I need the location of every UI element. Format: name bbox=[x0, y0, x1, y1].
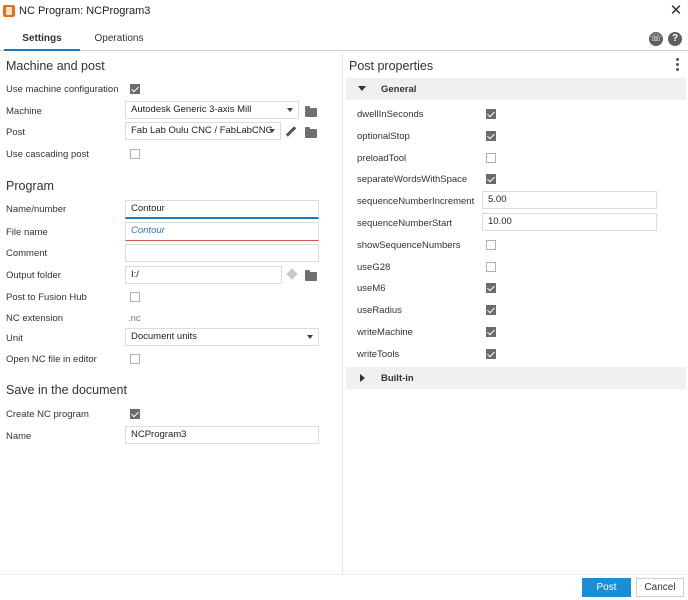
nc-extension-value: .nc bbox=[128, 313, 141, 324]
use-cascading-post-checkbox[interactable] bbox=[130, 149, 140, 159]
post-folder-icon[interactable] bbox=[305, 127, 317, 138]
help-icon[interactable]: ? bbox=[668, 32, 682, 46]
tab-bar: Settings Operations ☏ ? bbox=[0, 27, 688, 51]
chevron-down-icon bbox=[287, 108, 293, 112]
name-input[interactable]: NCProgram3 bbox=[125, 426, 319, 444]
title-bar: NC Program: NCProgram3 ✕ bbox=[0, 0, 688, 22]
prop-checkbox-show-sequence-numbers[interactable] bbox=[486, 240, 496, 250]
output-folder-label: Output folder bbox=[6, 270, 61, 281]
window-title: NC Program: NCProgram3 bbox=[19, 5, 151, 17]
prop-checkbox-use-g28[interactable] bbox=[486, 262, 496, 272]
prop-label-use-radius: useRadius bbox=[357, 305, 402, 316]
prop-checkbox-separate-words-with-space[interactable] bbox=[486, 174, 496, 184]
tab-settings[interactable]: Settings bbox=[4, 27, 80, 51]
post-to-fusion-hub-label: Post to Fusion Hub bbox=[6, 292, 87, 303]
tab-operations[interactable]: Operations bbox=[84, 27, 154, 51]
fusion-app-icon bbox=[3, 5, 15, 17]
program-heading: Program bbox=[6, 179, 54, 193]
unit-select[interactable]: Document units bbox=[125, 328, 319, 346]
machine-select[interactable]: Autodesk Generic 3-axis Mill bbox=[125, 101, 299, 119]
builtin-group-label: Built-in bbox=[381, 373, 414, 384]
create-nc-program-label: Create NC program bbox=[6, 409, 89, 420]
output-folder-input[interactable]: I:/ bbox=[125, 266, 282, 284]
prop-checkbox-write-machine[interactable] bbox=[486, 327, 496, 337]
prop-label-use-g28: useG28 bbox=[357, 262, 391, 273]
prop-label-use-m6: useM6 bbox=[357, 283, 386, 294]
post-label: Post bbox=[6, 127, 26, 138]
prop-label-sequence-number-start: sequenceNumberStart bbox=[357, 218, 453, 229]
general-group-label: General bbox=[381, 84, 417, 95]
prop-checkbox-write-tools[interactable] bbox=[486, 349, 496, 359]
name-number-input[interactable]: Contour bbox=[125, 200, 319, 219]
post-select[interactable]: Fab Lab Oulu CNC / FabLabCNC bbox=[125, 122, 281, 140]
prop-label-sequence-number-increment: sequenceNumberIncrement bbox=[357, 196, 475, 207]
prop-checkbox-use-m6[interactable] bbox=[486, 283, 496, 293]
prop-label-optional-stop: optionalStop bbox=[357, 131, 410, 142]
use-cascading-post-label: Use cascading post bbox=[6, 149, 89, 160]
support-icon[interactable]: ☏ bbox=[649, 32, 663, 46]
machine-label: Machine bbox=[6, 106, 42, 117]
prop-input-sequence-number-increment[interactable]: 5.00 bbox=[482, 191, 657, 209]
post-button[interactable]: Post bbox=[582, 578, 631, 597]
builtin-group-header[interactable]: Built-in bbox=[346, 367, 686, 389]
machine-and-post-heading: Machine and post bbox=[6, 59, 105, 73]
file-name-label: File name bbox=[6, 227, 48, 238]
close-button[interactable]: ✕ bbox=[668, 3, 684, 19]
prop-checkbox-optional-stop[interactable] bbox=[486, 131, 496, 141]
general-group-header[interactable]: General bbox=[346, 78, 686, 100]
chevron-down-icon bbox=[307, 335, 313, 339]
prop-label-write-machine: writeMachine bbox=[357, 327, 413, 338]
post-properties-heading: Post properties bbox=[349, 59, 434, 73]
output-folder-browse-icon[interactable] bbox=[305, 270, 317, 281]
prop-label-show-sequence-numbers: showSequenceNumbers bbox=[357, 240, 461, 251]
nc-extension-label: NC extension bbox=[6, 313, 64, 324]
post-select-value: Fab Lab Oulu CNC / FabLabCNC bbox=[131, 125, 273, 136]
header-icons: ☏ ? bbox=[649, 32, 682, 46]
footer-divider bbox=[0, 574, 688, 575]
prop-checkbox-use-radius[interactable] bbox=[486, 305, 496, 315]
post-to-fusion-hub-checkbox[interactable] bbox=[130, 292, 140, 302]
machine-folder-icon[interactable] bbox=[305, 106, 317, 117]
comment-label: Comment bbox=[6, 248, 48, 259]
edit-post-pencil-icon[interactable] bbox=[285, 126, 297, 137]
name-number-label: Name/number bbox=[6, 204, 67, 215]
prop-checkbox-preload-tool[interactable] bbox=[486, 153, 496, 163]
machine-select-value: Autodesk Generic 3-axis Mill bbox=[131, 104, 252, 115]
folder-warning-icon bbox=[286, 268, 298, 280]
column-divider bbox=[342, 52, 343, 574]
prop-label-dwell-in-seconds: dwellInSeconds bbox=[357, 109, 424, 120]
prop-checkbox-dwell-in-seconds[interactable] bbox=[486, 109, 496, 119]
file-name-input[interactable]: Contour bbox=[125, 222, 319, 241]
prop-label-separate-words-with-space: separateWordsWithSpace bbox=[357, 174, 468, 185]
create-nc-program-checkbox[interactable] bbox=[130, 409, 140, 419]
open-nc-file-label: Open NC file in editor bbox=[6, 354, 97, 365]
name-label: Name bbox=[6, 431, 32, 442]
unit-label: Unit bbox=[6, 333, 23, 344]
save-in-document-heading: Save in the document bbox=[6, 383, 127, 397]
collapse-icon bbox=[360, 374, 365, 382]
expand-icon bbox=[358, 86, 366, 91]
unit-select-value: Document units bbox=[131, 331, 198, 342]
more-options-icon[interactable] bbox=[676, 58, 680, 72]
prop-label-write-tools: writeTools bbox=[357, 349, 400, 360]
use-machine-configuration-label: Use machine configuration bbox=[6, 84, 119, 95]
use-machine-configuration-checkbox[interactable] bbox=[130, 84, 140, 94]
comment-input[interactable] bbox=[125, 244, 319, 262]
prop-label-preload-tool: preloadTool bbox=[357, 153, 407, 164]
cancel-button[interactable]: Cancel bbox=[636, 578, 684, 597]
chevron-down-icon bbox=[269, 129, 275, 133]
prop-input-sequence-number-start[interactable]: 10.00 bbox=[482, 213, 657, 231]
open-nc-file-checkbox[interactable] bbox=[130, 354, 140, 364]
